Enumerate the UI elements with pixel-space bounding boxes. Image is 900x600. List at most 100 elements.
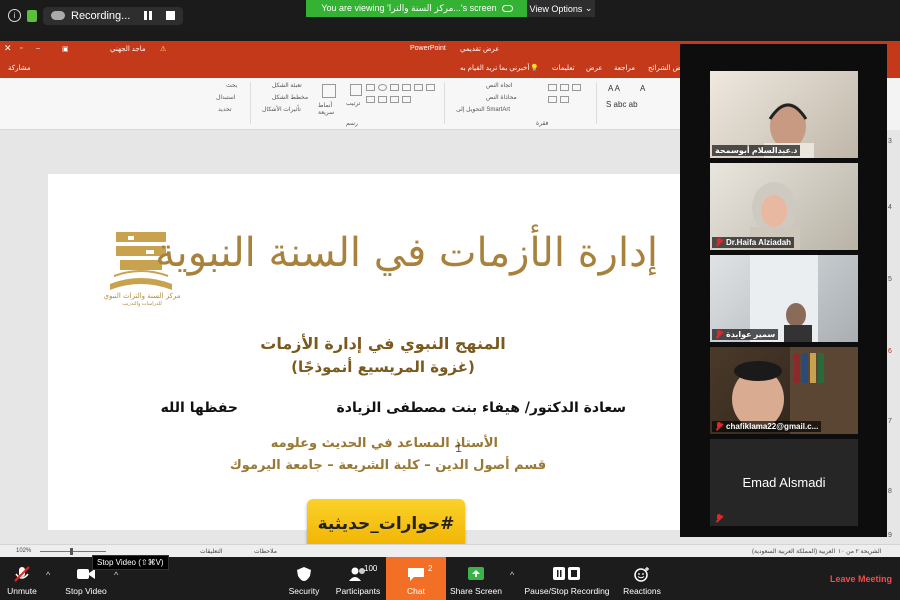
numbering-icon[interactable]: [560, 96, 569, 103]
viewing-banner: You are viewing 'مركز السنة والترا...'s …: [306, 0, 528, 17]
participant-gallery: د.عبدالسلام أبوسمحة Dr.Haifa Alziadah سم…: [680, 44, 887, 537]
shape-brace-icon[interactable]: [378, 96, 387, 103]
comments-button[interactable]: التعليقات: [200, 548, 223, 555]
notes-button[interactable]: ملاحظات: [254, 548, 277, 555]
pause-recording-icon[interactable]: [144, 11, 153, 20]
zoom-level[interactable]: 102%: [16, 548, 31, 554]
recording-cloud-icon: [51, 11, 65, 20]
font-size-increase-icon[interactable]: A A: [608, 84, 620, 93]
participant-tile[interactable]: chafiklama22@gmail.c...: [710, 347, 858, 434]
logo-subtext: للدراسات والتدريب: [122, 301, 162, 307]
view-options-button[interactable]: View Options ⌄: [527, 0, 595, 17]
share-screen-icon: [468, 567, 484, 580]
shape-triangle-icon[interactable]: [426, 84, 435, 91]
shape-callout-icon[interactable]: [390, 96, 399, 103]
shape-rectangle-icon[interactable]: [366, 84, 375, 91]
participants-count: 100: [364, 564, 378, 573]
author-honorific: حفظها الله: [160, 400, 238, 416]
shape-fill-button[interactable]: تعبئة الشكل: [272, 82, 302, 89]
pause-stop-recording-button[interactable]: Pause/Stop Recording: [522, 557, 612, 600]
mic-muted-icon: [715, 514, 723, 523]
screen: i Recording... You are viewing 'مركز الس…: [0, 0, 900, 600]
participant-name: سمير عوابدة: [712, 329, 779, 340]
align-center-icon[interactable]: [560, 84, 569, 91]
lock-icon[interactable]: [27, 9, 37, 22]
ruler-number: 7: [888, 418, 892, 425]
user-name: ماجد الجهني: [110, 46, 146, 53]
replace-button[interactable]: استبدال: [216, 94, 236, 101]
shape-curve-icon[interactable]: [402, 96, 411, 103]
close-window-icon[interactable]: ✕: [4, 43, 12, 54]
text-direction-button[interactable]: اتجاه النص: [486, 82, 513, 89]
cloud-icon: [501, 5, 513, 12]
audio-options-chevron-icon[interactable]: ^: [46, 570, 50, 580]
slide-title: إدارة الأزمات في السنة النبوية: [155, 230, 658, 276]
shape-textbox-icon[interactable]: [366, 96, 375, 103]
ruler-number: 3: [888, 138, 892, 145]
minimize-window-icon[interactable]: –: [36, 45, 40, 52]
bullets-icon[interactable]: [548, 96, 557, 103]
document-title: عرض تقديمي: [460, 46, 500, 53]
shape-effects-button[interactable]: تأثيرات الأشكال: [262, 106, 301, 113]
select-button[interactable]: تحديد: [218, 106, 232, 113]
shape-outline-button[interactable]: مخطط الشكل: [272, 94, 308, 101]
shape-line-icon[interactable]: [402, 84, 411, 91]
recording-indicator: Recording...: [43, 6, 184, 25]
shape-arrow-icon[interactable]: [390, 84, 399, 91]
smiley-add-icon: [634, 567, 649, 582]
unmute-button[interactable]: Unmute: [4, 557, 40, 600]
author-name: سعادة الدكتور/ هيفاء بنت مصطفى الزيادة: [336, 400, 626, 416]
font-color-icon[interactable]: A: [640, 84, 645, 93]
text-cursor-icon: Ɪ: [456, 444, 462, 455]
find-button[interactable]: بحث: [226, 82, 237, 89]
ribbon-display-icon[interactable]: ▣: [62, 45, 69, 53]
shape-star-icon[interactable]: [414, 84, 423, 91]
warning-icon: ⚠: [160, 46, 167, 53]
leave-meeting-button[interactable]: Leave Meeting: [830, 574, 892, 584]
arrange-icon[interactable]: [350, 84, 362, 96]
zoom-slider[interactable]: [40, 551, 106, 552]
share-button[interactable]: مشاركة: [8, 64, 31, 72]
video-options-chevron-icon[interactable]: ^: [114, 570, 118, 580]
align-text-button[interactable]: محاذاة النص: [486, 94, 517, 101]
slide[interactable]: مركز السنة والتراث النبوي للدراسات والتد…: [48, 174, 680, 549]
stop-recording-icon[interactable]: [166, 11, 176, 20]
participant-tile[interactable]: د.عبدالسلام أبوسمحة: [710, 71, 858, 158]
participant-tile[interactable]: سمير عوابدة: [710, 255, 858, 342]
quick-styles-button[interactable]: أنماط سريعة: [318, 102, 344, 116]
stop-video-tooltip: Stop Video (⇧⌘V): [92, 555, 169, 570]
security-button[interactable]: Security: [284, 557, 324, 600]
smartart-button[interactable]: التحويل إلى SmartArt: [456, 106, 510, 113]
share-screen-button[interactable]: Share Screen: [448, 557, 504, 600]
pause-stop-icon: [553, 567, 580, 580]
zoom-slider-thumb[interactable]: [70, 548, 73, 555]
shield-icon: [297, 567, 311, 581]
slide-subtitle-2: (غزوة المريسيع أنموذجًا): [291, 358, 475, 376]
arrange-button[interactable]: ترتيب: [346, 100, 360, 107]
participant-tile[interactable]: Dr.Haifa Alziadah: [710, 163, 858, 250]
ruler-number: 5: [888, 276, 892, 283]
ruler-number: 8: [888, 488, 892, 495]
restore-window-icon[interactable]: ▫: [20, 45, 22, 52]
language-indicator: العربية (المملكة العربية السعودية): [752, 549, 836, 555]
tab-help[interactable]: تعليمات: [552, 64, 575, 72]
ruler-number: 9: [888, 532, 892, 539]
align-left-icon[interactable]: [572, 84, 581, 91]
text-format-icons[interactable]: S abc ab: [606, 100, 638, 109]
info-icon[interactable]: i: [8, 9, 21, 22]
participant-name: Dr.Haifa Alziadah: [712, 237, 795, 248]
participant-name: د.عبدالسلام أبوسمحة: [712, 145, 801, 156]
tab-review[interactable]: مراجعة: [614, 64, 635, 72]
shape-oval-icon[interactable]: [378, 84, 387, 91]
tab-view[interactable]: عرض: [586, 64, 603, 72]
participant-tile[interactable]: Emad Alsmadi: [710, 439, 858, 526]
align-right-icon[interactable]: [548, 84, 557, 91]
mic-muted-icon: [715, 330, 723, 339]
share-options-chevron-icon[interactable]: ^: [510, 570, 514, 580]
quick-styles-icon[interactable]: [322, 84, 336, 98]
microphone-muted-icon: [14, 566, 30, 582]
author-position: الأستاذ المساعد في الحديث وعلومه: [270, 436, 498, 451]
tell-me-box[interactable]: أخبرني بما تريد القيام به: [460, 64, 529, 72]
ruler-number: 6: [888, 348, 892, 355]
reactions-button[interactable]: Reactions: [620, 557, 664, 600]
